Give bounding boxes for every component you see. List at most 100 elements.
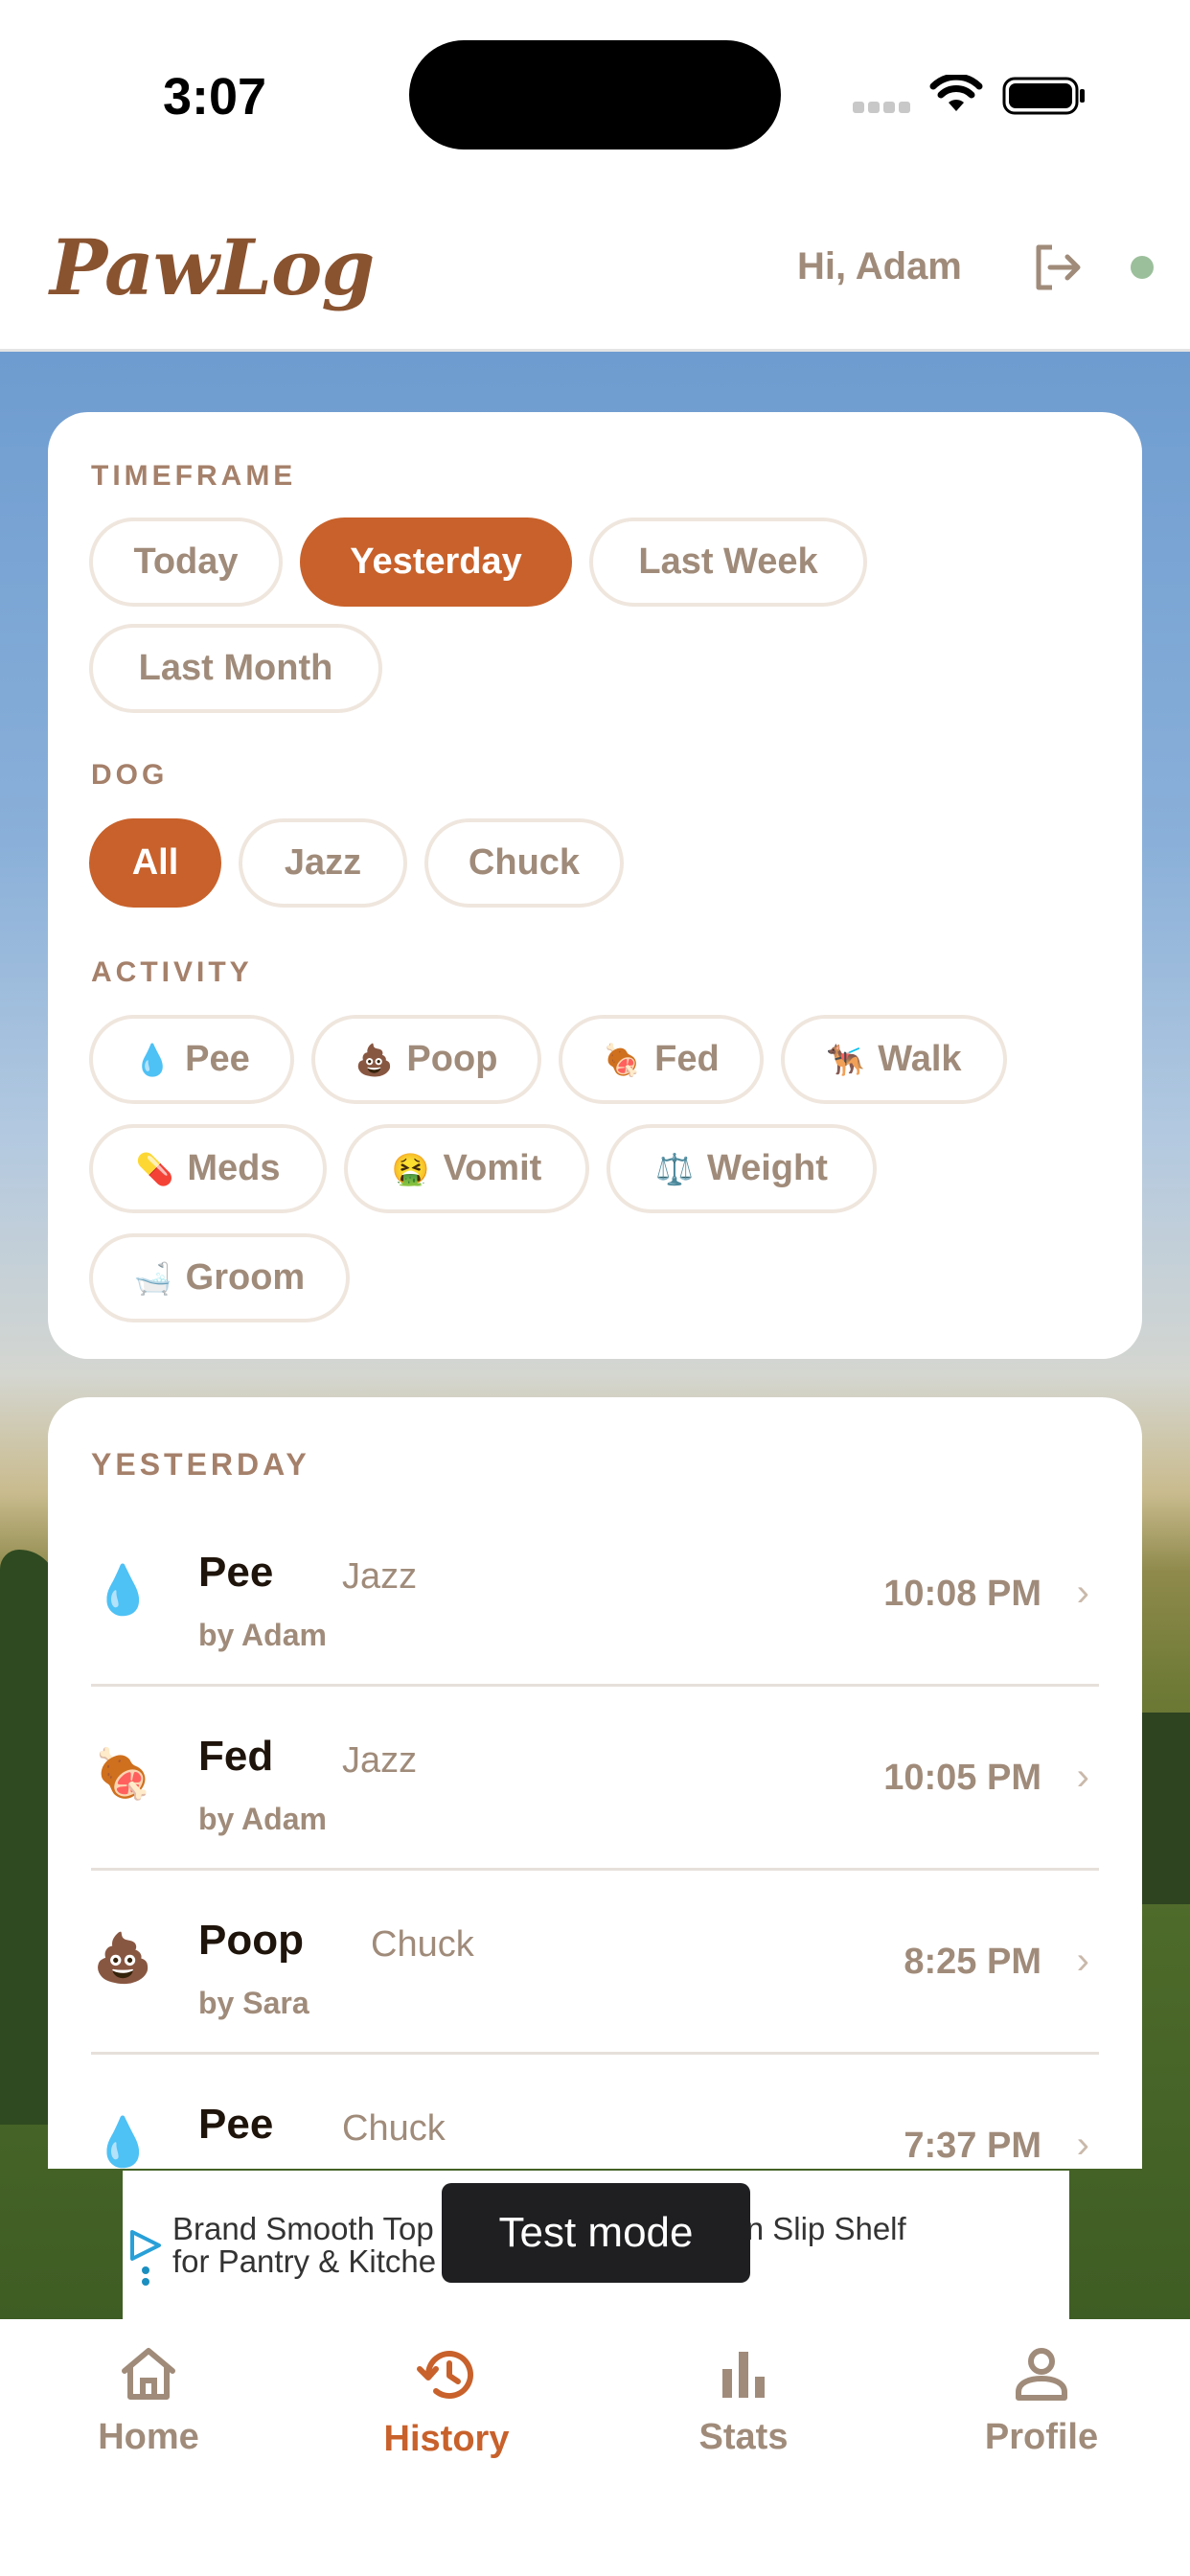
activity-chip-weight[interactable]: ⚖️ Weight [606, 1124, 877, 1213]
row-time: 7:37 PM [904, 2126, 1041, 2166]
nav-label: Profile [984, 2417, 1099, 2457]
dog-chip-jazz[interactable]: Jazz [239, 818, 407, 908]
chip-label: Poop [406, 1039, 498, 1079]
activity-chip-pee[interactable]: 💧 Pee [89, 1015, 294, 1104]
filter-card: TIMEFRAME Today Yesterday Last Week Last… [48, 412, 1142, 1359]
chip-label: Fed [654, 1039, 720, 1079]
home-icon [122, 2348, 175, 2400]
chevron-right-icon: › [1076, 2124, 1089, 2166]
row-time: 10:05 PM [883, 1758, 1041, 1798]
timeframe-chip-yesterday[interactable]: Yesterday [300, 518, 572, 607]
timeframe-label: TIMEFRAME [91, 460, 297, 492]
pill-icon: 💊 [135, 1151, 174, 1186]
row-activity: Pee [198, 2101, 274, 2148]
status-bar: 3:07 [0, 0, 1190, 192]
test-mode-badge: Test mode [442, 2183, 750, 2283]
timeframe-chip-last-week[interactable]: Last Week [589, 518, 867, 607]
scale-icon: ⚖️ [655, 1151, 694, 1186]
dog-chip-chuck[interactable]: Chuck [424, 818, 624, 908]
ad-line-1-start: Brand Smooth Top [172, 2211, 434, 2246]
meat-icon: 🍖 [603, 1042, 642, 1077]
chip-label: Walk [878, 1039, 962, 1079]
history-row[interactable]: 💧 Pee Jazz by Adam 10:08 PM › [91, 1503, 1099, 1687]
greeting-text: Hi, Adam [797, 245, 962, 288]
row-time: 8:25 PM [904, 1942, 1041, 1982]
chip-label: Groom [185, 1257, 306, 1298]
row-activity: Fed [198, 1733, 274, 1780]
row-dog: Jazz [342, 1556, 418, 1597]
row-author: by Sara [198, 1986, 309, 2020]
dog-label: DOG [91, 759, 169, 791]
meat-icon: 🍖 [93, 1747, 153, 1801]
status-time: 3:07 [163, 68, 267, 126]
row-dog: Chuck [371, 1924, 474, 1965]
chevron-right-icon: › [1076, 1756, 1089, 1798]
nav-stats[interactable]: Stats [624, 2346, 863, 2458]
history-row[interactable]: 💧 Pee Chuck 7:37 PM › [91, 2055, 1099, 2169]
dog-chip-all[interactable]: All [89, 818, 221, 908]
activity-chip-fed[interactable]: 🍖 Fed [559, 1015, 764, 1104]
adchoices-icon[interactable] [128, 2228, 163, 2295]
timeframe-chip-today[interactable]: Today [89, 518, 283, 607]
history-row[interactable]: 💩 Poop Chuck by Sara 8:25 PM › [91, 1871, 1099, 2055]
chip-label: Last Month [138, 648, 333, 688]
history-icon [417, 2351, 473, 2400]
row-author: by Adam [198, 1802, 327, 1836]
bottom-nav: Home History Stats Profile [0, 2319, 1190, 2576]
row-activity: Poop [198, 1917, 304, 1964]
wifi-icon [929, 75, 983, 111]
activity-label: ACTIVITY [91, 956, 253, 988]
list-section-title: YESTERDAY [91, 1447, 310, 1482]
battery-icon [1002, 77, 1085, 115]
droplet-icon: 💧 [93, 2115, 153, 2169]
row-dog: Jazz [342, 1740, 418, 1781]
chevron-right-icon: › [1076, 1572, 1089, 1614]
chip-label: Jazz [284, 842, 362, 883]
chip-label: Today [133, 541, 239, 582]
chip-label: Vomit [443, 1148, 542, 1188]
poop-icon: 💩 [355, 1042, 394, 1077]
activity-chip-groom[interactable]: 🛁 Groom [89, 1233, 350, 1322]
activity-chip-meds[interactable]: 💊 Meds [89, 1124, 327, 1213]
history-list: YESTERDAY 💧 Pee Jazz by Adam 10:08 PM › … [48, 1397, 1142, 2169]
poop-icon: 💩 [93, 1931, 153, 1985]
dynamic-island [409, 40, 781, 150]
nav-home[interactable]: Home [29, 2346, 268, 2458]
nav-label: History [383, 2419, 510, 2459]
nav-history[interactable]: History [327, 2346, 566, 2460]
activity-chip-walk[interactable]: 🐕‍🦺 Walk [781, 1015, 1007, 1104]
droplet-icon: 💧 [133, 1042, 172, 1077]
vomit-icon: 🤮 [391, 1151, 430, 1186]
chip-label: Meds [187, 1148, 281, 1188]
row-author: by Adam [198, 1618, 327, 1652]
chip-label: Weight [706, 1148, 828, 1188]
timeframe-chip-last-month[interactable]: Last Month [89, 624, 382, 713]
chip-label: Pee [185, 1039, 250, 1079]
chip-label: Last Week [638, 541, 818, 582]
nav-profile[interactable]: Profile [922, 2346, 1161, 2458]
ad-line-1-end: n Slip Shelf [745, 2211, 906, 2246]
nav-label: Home [98, 2417, 199, 2457]
chevron-right-icon: › [1076, 1940, 1089, 1982]
history-row[interactable]: 🍖 Fed Jazz by Adam 10:05 PM › [91, 1687, 1099, 1871]
tree-silhouette [1142, 1713, 1190, 1904]
chip-label: Yesterday [350, 541, 522, 582]
activity-chip-vomit[interactable]: 🤮 Vomit [344, 1124, 589, 1213]
chip-label: Chuck [468, 842, 581, 883]
row-activity: Pee [198, 1549, 274, 1596]
chip-label: All [131, 842, 179, 883]
droplet-icon: 💧 [93, 1563, 153, 1617]
person-icon [1016, 2348, 1067, 2401]
nav-label: Stats [698, 2417, 789, 2457]
app-logo: PawLog [50, 222, 375, 312]
app-header: PawLog Hi, Adam [0, 192, 1190, 352]
dog-icon: 🐕‍🦺 [826, 1042, 865, 1077]
cellular-signal-icon [853, 101, 914, 118]
online-status-dot [1131, 256, 1154, 279]
activity-chip-poop[interactable]: 💩 Poop [311, 1015, 541, 1104]
bar-chart-icon [722, 2352, 765, 2398]
bathtub-icon: 🛁 [133, 1260, 172, 1296]
row-time: 10:08 PM [883, 1574, 1041, 1614]
row-dog: Chuck [342, 2108, 446, 2149]
logout-icon[interactable] [1031, 242, 1083, 293]
